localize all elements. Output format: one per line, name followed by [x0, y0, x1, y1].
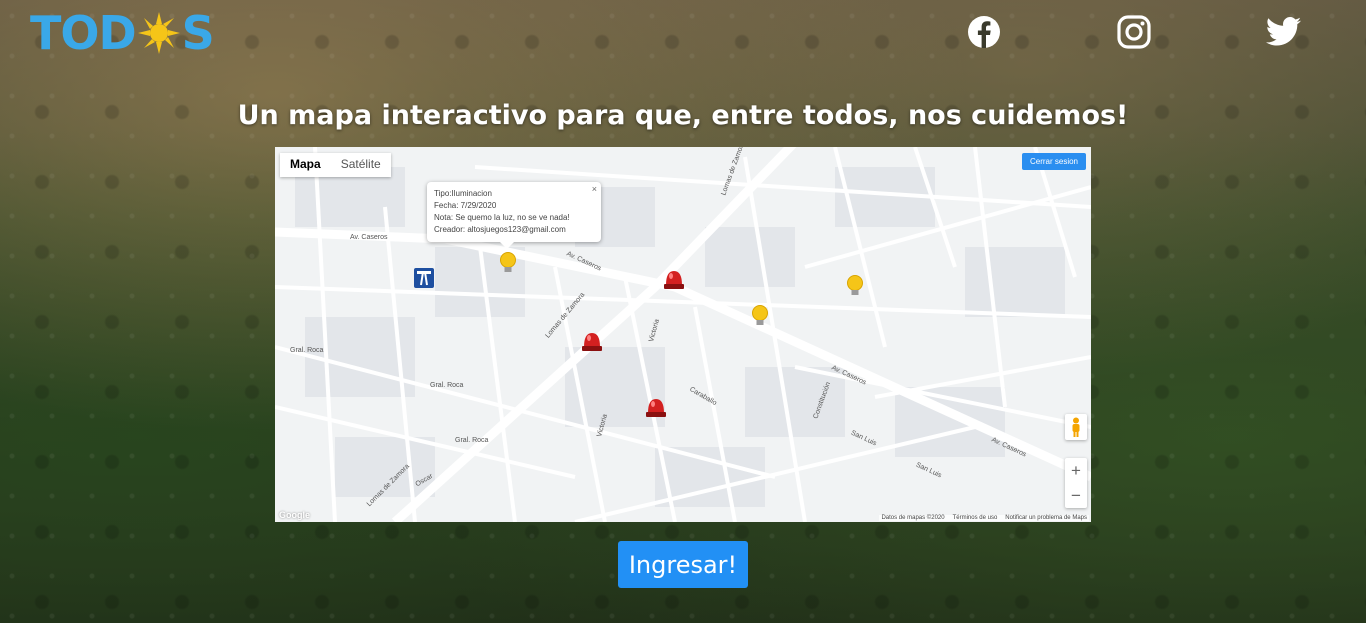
tab-satellite[interactable]: Satélite — [331, 153, 391, 177]
zoom-in-button[interactable]: + — [1065, 458, 1087, 483]
map-type-control: Mapa Satélite — [280, 153, 391, 177]
instagram-icon — [1117, 15, 1151, 49]
interactive-map[interactable]: Av. Caseros Av. Caseros Av. Caseros Av. … — [275, 147, 1091, 522]
street-label: Gral. Roca — [455, 437, 489, 444]
alarm-marker-icon[interactable] — [580, 330, 604, 352]
highway-icon — [414, 268, 434, 288]
logo-text-end: S — [181, 6, 215, 60]
twitter-icon — [1266, 17, 1301, 46]
report-problem-link[interactable]: Notificar un problema de Maps — [1005, 515, 1087, 521]
enter-button[interactable]: Ingresar! — [618, 541, 748, 588]
instagram-link[interactable] — [1116, 14, 1152, 50]
map-data-credit: Datos de mapas ©2020 — [881, 515, 945, 521]
street-label: Av. Caseros — [350, 234, 388, 241]
marker-info-window: × Tipo:Iluminacion Fecha: 7/29/2020 Nota… — [427, 182, 601, 249]
logo-text-start: TOD — [30, 6, 137, 60]
lightbulb-marker-icon[interactable] — [751, 304, 769, 328]
street-label: Gral. Roca — [290, 347, 324, 354]
pegman-icon — [1072, 417, 1080, 437]
google-logo: Google — [279, 510, 310, 520]
facebook-link[interactable] — [966, 14, 1002, 50]
zoom-control: + − — [1065, 458, 1087, 508]
logout-button[interactable]: Cerrar sesion — [1021, 153, 1086, 170]
twitter-link[interactable] — [1266, 14, 1302, 50]
terms-link[interactable]: Términos de uso — [953, 515, 998, 521]
info-creator: Creador: altosjuegos123@gmail.com — [434, 225, 566, 234]
sun-icon — [137, 12, 180, 54]
todos-logo[interactable]: TOD S — [30, 6, 215, 60]
zoom-out-button[interactable]: − — [1065, 483, 1087, 508]
map-footer: Datos de mapas ©2020 Términos de uso Not… — [879, 515, 1089, 521]
page-title: Un mapa interactivo para que, entre todo… — [237, 100, 1129, 131]
alarm-marker-icon[interactable] — [662, 268, 686, 290]
street-label: Gral. Roca — [430, 382, 464, 389]
info-note: Nota: Se quemo la luz, no se ve nada! — [434, 213, 570, 222]
street-view-pegman[interactable] — [1065, 414, 1087, 440]
map-streets — [275, 147, 1091, 522]
close-icon[interactable]: × — [592, 183, 597, 195]
info-type: Tipo:Iluminacion — [434, 189, 492, 198]
alarm-marker-icon[interactable] — [644, 396, 668, 418]
lightbulb-marker-icon[interactable] — [846, 274, 864, 298]
lightbulb-marker-icon[interactable] — [499, 251, 517, 275]
tab-map[interactable]: Mapa — [280, 153, 331, 177]
info-date: Fecha: 7/29/2020 — [434, 201, 497, 210]
facebook-icon — [968, 16, 1000, 48]
